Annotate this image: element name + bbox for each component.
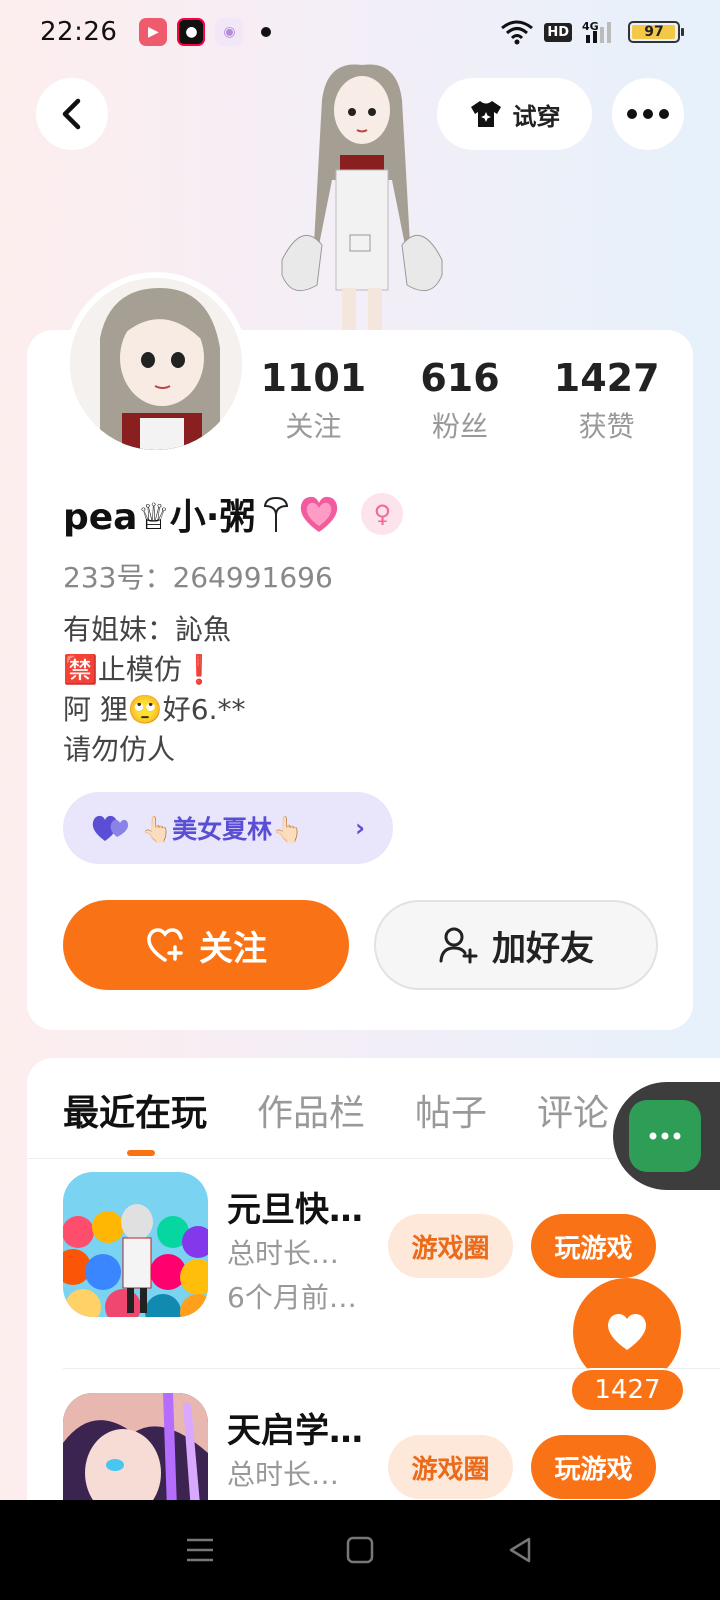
active-tab-indicator [127, 1150, 155, 1156]
recorder-app-icon: ● [177, 18, 206, 46]
home-icon[interactable] [345, 1535, 375, 1565]
game-title: 元旦快… [227, 1190, 363, 1230]
intimacy-tag[interactable]: 👆🏻美女夏林👆🏻 › [63, 792, 393, 864]
pink-heart-icon [301, 496, 338, 532]
bio-line: 请勿仿人 [63, 733, 176, 766]
followers-count: 616 [420, 356, 500, 400]
heart-icon [607, 1314, 647, 1350]
chat-dots-icon [649, 1132, 681, 1140]
female-gender-icon: ♀ [361, 493, 404, 535]
add-friend-button[interactable]: 加好友 [374, 900, 658, 990]
back-button[interactable] [36, 78, 108, 150]
intimacy-tag-label: 👆🏻美女夏林👆🏻 [141, 815, 304, 844]
tab-comments[interactable]: 评论 [537, 1084, 609, 1136]
status-bar: 22:26 ▶ ● ◉ HD 4G 97 [0, 0, 720, 64]
tab-works[interactable]: 作品栏 [257, 1084, 365, 1136]
tab-posts[interactable]: 帖子 [415, 1084, 487, 1136]
chevron-right-icon: › [355, 814, 365, 842]
character-figure [281, 64, 443, 330]
stat-likes[interactable]: 1427 获赞 [533, 355, 680, 445]
game-icon [63, 1172, 208, 1317]
avatar-image [70, 278, 242, 450]
likes-count: 1427 [553, 356, 660, 400]
follow-button[interactable]: 关注 [63, 900, 349, 990]
bio-line: 阿 狸🙄好6.** [63, 693, 246, 726]
nickname: pea♕小·粥 [63, 497, 256, 538]
wifi-icon [501, 20, 534, 45]
double-heart-icon [92, 815, 129, 841]
stat-followers[interactable]: 616 粉丝 [387, 355, 534, 445]
try-on-button[interactable]: 试穿 [437, 78, 592, 150]
tabs-divider [27, 1158, 720, 1159]
play-game-button[interactable]: 玩游戏 [531, 1214, 656, 1278]
back-triangle-icon[interactable] [505, 1535, 535, 1565]
game-duration: 总时长… [227, 1458, 340, 1491]
tab-recently-played[interactable]: 最近在玩 [63, 1084, 207, 1136]
system-navigation-bar [0, 1500, 720, 1600]
content-tabs: 最近在玩 作品栏 帖子 评论 [63, 1084, 609, 1136]
try-on-label: 试穿 [512, 102, 561, 131]
bubble-app-icon: ◉ [215, 18, 244, 46]
bio: 有姐妹：訫魚 🈲止模仿❗ 阿 狸🙄好6.** 请勿仿人 [63, 610, 245, 770]
status-indicators: HD 4G 97 [500, 19, 684, 45]
game-last-played: 6个月前… [227, 1281, 357, 1314]
ornament-icon [264, 496, 289, 532]
game-title: 天启学… [227, 1411, 363, 1451]
game-circle-button[interactable]: 游戏圈 [388, 1214, 513, 1278]
following-label: 关注 [285, 410, 342, 443]
status-app-icons: ▶ ● ◉ [139, 18, 244, 46]
chevron-left-icon [62, 98, 81, 130]
followers-label: 粉丝 [432, 410, 489, 443]
add-user-icon [439, 927, 478, 964]
more-dots-icon [627, 109, 669, 119]
play-game-button[interactable]: 玩游戏 [531, 1435, 656, 1499]
notification-dot-icon [261, 27, 272, 37]
status-time: 22:26 [40, 17, 118, 47]
nickname-row: pea♕小·粥 ♀ [63, 488, 404, 540]
game-duration: 总时长… [227, 1237, 340, 1270]
user-id: 233号：264991696 [63, 561, 333, 594]
profile-stats: 1101 关注 616 粉丝 1427 获赞 [240, 355, 680, 445]
stat-following[interactable]: 1101 关注 [240, 355, 387, 445]
battery-level: 97 [644, 24, 664, 40]
more-options-button[interactable] [612, 78, 684, 150]
hd-badge: HD [544, 22, 572, 42]
signal-icon: 4G [582, 20, 611, 43]
floating-chat-button[interactable] [613, 1082, 720, 1190]
video-app-icon: ▶ [139, 18, 168, 46]
bio-line: 有姐妹：訫魚 [63, 613, 232, 646]
battery-indicator: 97 [628, 21, 684, 43]
following-count: 1101 [260, 356, 367, 400]
game-icon [63, 1393, 208, 1500]
avatar[interactable] [64, 272, 248, 456]
follow-label: 关注 [199, 928, 267, 969]
bio-line: 🈲止模仿❗ [63, 653, 217, 686]
add-friend-label: 加好友 [492, 928, 594, 969]
tshirt-icon [470, 101, 501, 127]
heart-plus-icon [147, 928, 183, 962]
menu-icon[interactable] [185, 1537, 215, 1563]
game-circle-button[interactable]: 游戏圈 [388, 1435, 513, 1499]
likes-label: 获赞 [578, 410, 635, 443]
like-count: 1427 [570, 1368, 685, 1412]
